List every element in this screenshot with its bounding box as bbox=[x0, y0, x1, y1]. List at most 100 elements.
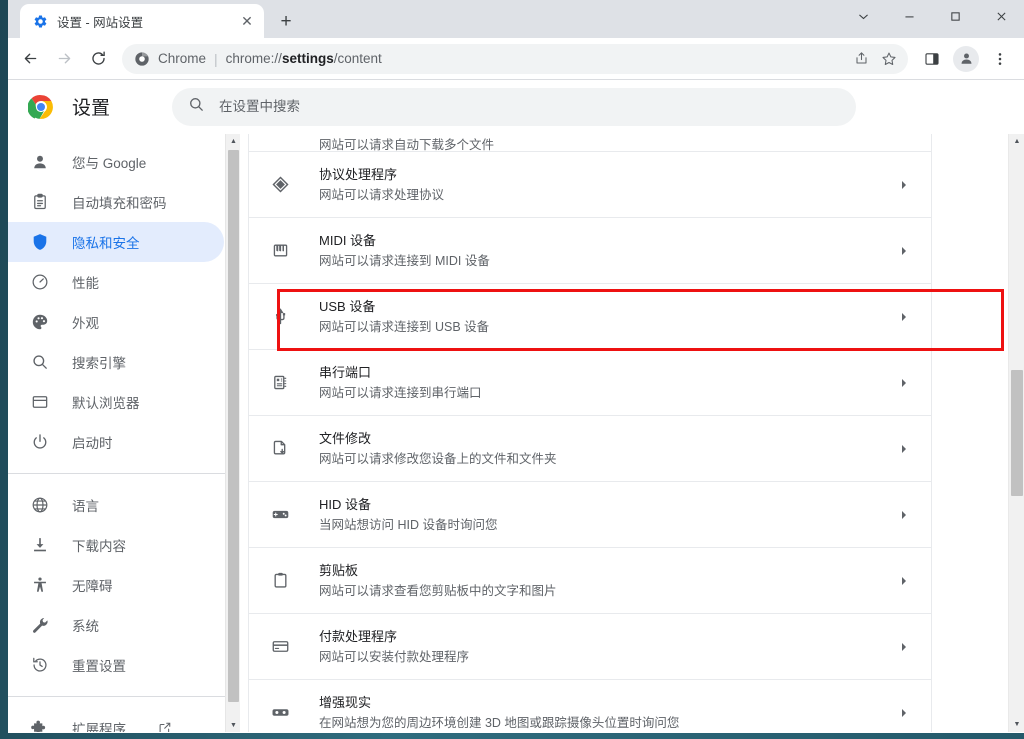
browser-window: 设置 - 网站设置 ✕ + Chrome | chrome://settings… bbox=[8, 0, 1024, 733]
settings-row-text: USB 设备 网站可以请求连接到 USB 设备 bbox=[319, 297, 895, 337]
content-settings-card: 网站可以请求自动下载多个文件 协议处理程序 网站可以请求处理协议 MIDI 设备… bbox=[248, 134, 932, 732]
sidebar-item-privacy-security[interactable]: 隐私和安全 bbox=[8, 222, 224, 262]
maximize-button[interactable] bbox=[932, 0, 978, 32]
power-icon bbox=[30, 432, 50, 452]
sidebar-item-system[interactable]: 系统 bbox=[8, 605, 224, 645]
sidebar-item-search-engine[interactable]: 搜索引擎 bbox=[8, 342, 224, 382]
omnibox-separator: | bbox=[214, 50, 218, 67]
settings-row-title: MIDI 设备 bbox=[319, 232, 377, 248]
settings-row-payment-handlers[interactable]: 付款处理程序 网站可以安装付款处理程序 bbox=[249, 614, 931, 680]
settings-row-title: 协议处理程序 bbox=[319, 166, 398, 182]
new-tab-button[interactable]: + bbox=[272, 7, 300, 35]
sidebar-item-on-startup[interactable]: 启动时 bbox=[8, 422, 224, 462]
settings-row-partial[interactable]: 网站可以请求自动下载多个文件 bbox=[249, 134, 931, 152]
settings-row-text: 串行端口 网站可以请求连接到串行端口 bbox=[319, 363, 895, 403]
sidebar-item-reset-settings[interactable]: 重置设置 bbox=[8, 645, 224, 685]
chevron-right-icon bbox=[895, 708, 913, 718]
side-panel-icon[interactable] bbox=[916, 43, 948, 75]
sidebar-scroll-down-arrow[interactable]: ▼ bbox=[226, 718, 240, 732]
sidebar-scroll-up-arrow[interactable]: ▲ bbox=[226, 134, 240, 148]
settings-row-subtitle: 网站可以安装付款处理程序 bbox=[319, 649, 470, 664]
tab-search-button[interactable] bbox=[840, 0, 886, 32]
settings-row-title: 付款处理程序 bbox=[319, 628, 398, 644]
chevron-right-icon bbox=[895, 246, 913, 256]
settings-row-hid-devices[interactable]: HID 设备 当网站想访问 HID 设备时询问您 bbox=[249, 482, 931, 548]
profile-avatar[interactable] bbox=[950, 43, 982, 75]
forward-button[interactable] bbox=[48, 43, 80, 75]
settings-row-protocol-handlers[interactable]: 协议处理程序 网站可以请求处理协议 bbox=[249, 152, 931, 218]
main-scroll-thumb[interactable] bbox=[1011, 370, 1023, 496]
close-button[interactable] bbox=[978, 0, 1024, 32]
back-button[interactable] bbox=[14, 43, 46, 75]
sidebar-item-label: 扩展程序 bbox=[72, 722, 126, 732]
settings-sidebar: 您与 Google 自动填充和密码 隐私和安全 性能 外观 搜索引擎 默认浏览器… bbox=[8, 134, 240, 732]
settings-row-serial-ports[interactable]: 串行端口 网站可以请求连接到串行端口 bbox=[249, 350, 931, 416]
sidebar-item-accessibility[interactable]: 无障碍 bbox=[8, 565, 224, 605]
chrome-shield-icon bbox=[134, 51, 150, 67]
tab-strip: 设置 - 网站设置 ✕ + bbox=[8, 0, 1024, 38]
settings-row-text: 协议处理程序 网站可以请求处理协议 bbox=[319, 165, 895, 205]
settings-row-usb-devices[interactable]: USB 设备 网站可以请求连接到 USB 设备 bbox=[249, 284, 931, 350]
settings-row-text: MIDI 设备 网站可以请求连接到 MIDI 设备 bbox=[319, 231, 895, 271]
settings-row-subtitle: 网站可以请求处理协议 bbox=[319, 187, 445, 202]
settings-row-text: 增强现实 在网站想为您的周边环境创建 3D 地图或跟踪摄像头位置时询问您 bbox=[319, 693, 895, 733]
main-scrollbar[interactable]: ▲ ▼ bbox=[1008, 134, 1024, 732]
ar-goggles-icon bbox=[269, 703, 291, 722]
sidebar-item-label: 重置设置 bbox=[72, 659, 126, 674]
sidebar-item-label: 外观 bbox=[72, 316, 99, 331]
more-menu-icon[interactable] bbox=[984, 43, 1016, 75]
window-controls bbox=[840, 0, 1024, 32]
download-icon bbox=[30, 535, 50, 555]
chevron-right-icon bbox=[895, 510, 913, 520]
sidebar-item-you-and-google[interactable]: 您与 Google bbox=[8, 142, 224, 182]
sidebar-item-default-browser[interactable]: 默认浏览器 bbox=[8, 382, 224, 422]
address-bar[interactable]: Chrome | chrome://settings/content bbox=[122, 43, 908, 74]
settings-row-file-editing[interactable]: 文件修改 网站可以请求修改您设备上的文件和文件夹 bbox=[249, 416, 931, 482]
sidebar-item-appearance[interactable]: 外观 bbox=[8, 302, 224, 342]
sidebar-item-label: 下载内容 bbox=[72, 539, 126, 554]
chevron-right-icon bbox=[895, 642, 913, 652]
speedometer-icon bbox=[30, 272, 50, 292]
main-scroll-down-arrow[interactable]: ▼ bbox=[1009, 717, 1024, 732]
wrench-icon bbox=[30, 615, 50, 635]
sidebar-item-languages[interactable]: 语言 bbox=[8, 485, 224, 525]
sidebar-item-performance[interactable]: 性能 bbox=[8, 262, 224, 302]
settings-row-subtitle: 网站可以请求查看您剪贴板中的文字和图片 bbox=[319, 583, 557, 598]
share-icon[interactable] bbox=[848, 46, 874, 72]
bookmark-star-icon[interactable] bbox=[876, 46, 902, 72]
browser-tab[interactable]: 设置 - 网站设置 ✕ bbox=[20, 4, 264, 38]
settings-row-midi-devices[interactable]: MIDI 设备 网站可以请求连接到 MIDI 设备 bbox=[249, 218, 931, 284]
search-icon bbox=[188, 96, 205, 118]
main-scroll-up-arrow[interactable]: ▲ bbox=[1009, 134, 1024, 149]
settings-search-box[interactable] bbox=[172, 87, 857, 126]
settings-row-text: HID 设备 当网站想访问 HID 设备时询问您 bbox=[319, 495, 895, 535]
sidebar-scroll-thumb[interactable] bbox=[228, 150, 239, 702]
sidebar-item-autofill[interactable]: 自动填充和密码 bbox=[8, 182, 224, 222]
settings-row-clipboard[interactable]: 剪贴板 网站可以请求查看您剪贴板中的文字和图片 bbox=[249, 548, 931, 614]
avatar bbox=[953, 45, 979, 72]
settings-row-subtitle: 网站可以请求连接到 MIDI 设备 bbox=[319, 253, 490, 268]
search-input[interactable] bbox=[219, 99, 841, 114]
chevron-right-icon bbox=[895, 576, 913, 586]
sidebar-item-extensions[interactable]: 扩展程序 bbox=[8, 708, 224, 732]
sidebar-scrollbar[interactable]: ▲ ▼ bbox=[225, 134, 240, 732]
reload-button[interactable] bbox=[82, 43, 114, 75]
history-restore-icon bbox=[30, 655, 50, 675]
settings-row-text: 剪贴板 网站可以请求查看您剪贴板中的文字和图片 bbox=[319, 561, 895, 601]
file-edit-icon bbox=[269, 439, 291, 458]
sidebar-item-label: 启动时 bbox=[72, 436, 113, 451]
external-link-icon bbox=[158, 721, 172, 732]
usb-icon bbox=[269, 307, 291, 326]
settings-row-subtitle: 网站可以请求自动下载多个文件 bbox=[319, 138, 495, 152]
tab-close-button[interactable]: ✕ bbox=[238, 12, 256, 30]
chevron-right-icon bbox=[895, 180, 913, 190]
sidebar-item-label: 隐私和安全 bbox=[72, 236, 140, 251]
settings-header: 设置 bbox=[8, 80, 1024, 134]
settings-row-title: 剪贴板 bbox=[319, 562, 359, 578]
payment-card-icon bbox=[269, 637, 291, 656]
url-prefix: chrome:// bbox=[225, 51, 282, 66]
chevron-right-icon bbox=[895, 378, 913, 388]
sidebar-item-downloads[interactable]: 下载内容 bbox=[8, 525, 224, 565]
minimize-button[interactable] bbox=[886, 0, 932, 32]
settings-row-augmented-reality[interactable]: 增强现实 在网站想为您的周边环境创建 3D 地图或跟踪摄像头位置时询问您 bbox=[249, 680, 931, 732]
